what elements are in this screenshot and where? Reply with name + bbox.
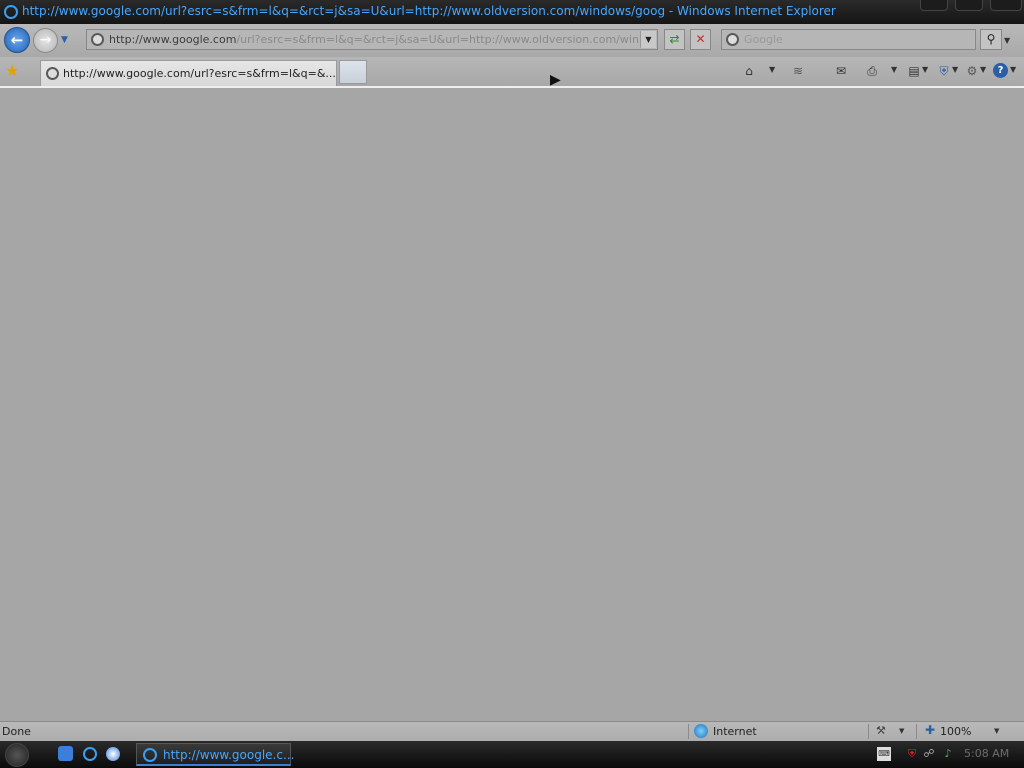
zoom-icon[interactable]: ✚ <box>925 723 935 737</box>
status-divider <box>688 724 689 739</box>
status-bar: Done Internet ⚒ ▼ ✚ 100% ▼ <box>0 721 1024 741</box>
safety-dropdown-icon[interactable]: ▼ <box>952 65 958 74</box>
quicklaunch-ie-icon[interactable] <box>83 747 97 761</box>
stop-button[interactable]: ✕ <box>690 29 711 50</box>
feeds-icon[interactable]: ≋ <box>790 63 806 79</box>
address-bar[interactable]: http://www.google.com/url?esrc=s&frm=l&q… <box>86 29 658 50</box>
help-dropdown-icon[interactable]: ▼ <box>1010 65 1016 74</box>
tab-bar: ★ http://www.google.com/url?esrc=s&frm=l… <box>0 57 1024 88</box>
start-button[interactable] <box>5 743 29 767</box>
tab-active[interactable]: http://www.google.com/url?esrc=s&frm=l&q… <box>40 60 337 86</box>
search-button[interactable]: ⚲ <box>980 29 1002 50</box>
protected-mode-dropdown-icon[interactable]: ▼ <box>899 727 904 735</box>
home-icon[interactable]: ⌂ <box>741 63 757 79</box>
help-icon[interactable]: ? <box>993 63 1008 78</box>
page-icon[interactable]: ▤ <box>906 63 922 79</box>
internet-zone-globe-icon <box>694 724 708 738</box>
minimize-button[interactable] <box>920 0 948 11</box>
address-dropdown-icon[interactable]: ▼ <box>640 31 656 48</box>
stop-icon: ✕ <box>695 32 706 46</box>
address-path: /url?esrc=s&frm=l&q=&rct=j&sa=U&url=http… <box>236 33 639 46</box>
tab-label: http://www.google.com/url?esrc=s&frm=l&q… <box>63 67 336 80</box>
status-divider <box>916 724 917 739</box>
volume-tray-icon[interactable]: ♪ <box>941 747 955 761</box>
ie-logo-icon <box>4 5 18 19</box>
new-tab-button[interactable] <box>339 60 367 84</box>
forward-button[interactable]: → <box>33 28 58 53</box>
tools-gear-icon[interactable]: ⚙ <box>964 63 980 79</box>
navigation-bar: ← → ▼ http://www.google.com/url?esrc=s&f… <box>0 24 1024 57</box>
refresh-button[interactable]: ⇄ <box>664 29 685 50</box>
search-input[interactable] <box>744 32 969 47</box>
window-title: http://www.google.com/url?esrc=s&frm=l&q… <box>22 4 836 18</box>
taskbar-ie-icon <box>143 748 157 762</box>
tab-favicon-icon <box>46 67 59 80</box>
mail-icon[interactable]: ✉ <box>833 63 849 79</box>
keyboard-tray-icon[interactable]: ⌨ <box>877 747 891 761</box>
protected-mode-icon[interactable]: ⚒ <box>876 724 886 737</box>
zoom-level[interactable]: 100% <box>940 725 971 738</box>
status-divider <box>868 724 869 739</box>
media-player-icon[interactable] <box>106 747 120 761</box>
recent-pages-dropdown-icon[interactable]: ▼ <box>61 35 68 45</box>
print-dropdown-icon[interactable]: ▼ <box>891 65 897 74</box>
status-text: Done <box>2 725 31 738</box>
safety-shield-icon[interactable]: ⛨ <box>936 63 952 79</box>
taskbar: http://www.google.c... ⌨ ⛨ ☍ ♪ 5:08 AM <box>0 741 1024 768</box>
tools-dropdown-icon[interactable]: ▼ <box>980 65 986 74</box>
zoom-dropdown-icon[interactable]: ▼ <box>994 727 999 735</box>
clock[interactable]: 5:08 AM <box>964 747 1009 760</box>
taskbar-window-label: http://www.google.c... <box>163 748 295 762</box>
print-icon[interactable]: ⎙ <box>864 63 880 79</box>
page-content: ▶ <box>0 72 1024 721</box>
address-url[interactable]: http://www.google.com/url?esrc=s&frm=l&q… <box>109 33 639 46</box>
forward-arrow-icon: → <box>39 32 52 48</box>
taskbar-window-button[interactable]: http://www.google.c... <box>136 743 295 766</box>
address-host: http://www.google.com <box>109 33 237 46</box>
search-provider-icon <box>726 33 739 46</box>
maximize-button[interactable] <box>955 0 983 11</box>
favorites-star-icon[interactable]: ★ <box>5 61 19 80</box>
search-box[interactable] <box>721 29 976 50</box>
search-options-dropdown-icon[interactable]: ▼ <box>1004 36 1010 45</box>
show-desktop-icon[interactable] <box>58 746 73 761</box>
network-tray-icon[interactable]: ☍ <box>922 747 936 761</box>
back-button[interactable]: ← <box>4 27 30 53</box>
close-window-button[interactable] <box>990 0 1022 11</box>
security-zone-label[interactable]: Internet <box>713 725 757 738</box>
back-arrow-icon: ← <box>10 31 24 49</box>
security-shield-tray-icon[interactable]: ⛨ <box>905 747 919 761</box>
title-bar: http://www.google.com/url?esrc=s&frm=l&q… <box>0 0 1024 24</box>
google-favicon-icon <box>91 33 104 46</box>
magnifier-icon: ⚲ <box>986 32 996 46</box>
page-dropdown-icon[interactable]: ▼ <box>922 65 928 74</box>
home-dropdown-icon[interactable]: ▼ <box>769 65 775 74</box>
mouse-cursor-icon: ▶ <box>550 72 561 88</box>
refresh-icon: ⇄ <box>669 32 680 46</box>
